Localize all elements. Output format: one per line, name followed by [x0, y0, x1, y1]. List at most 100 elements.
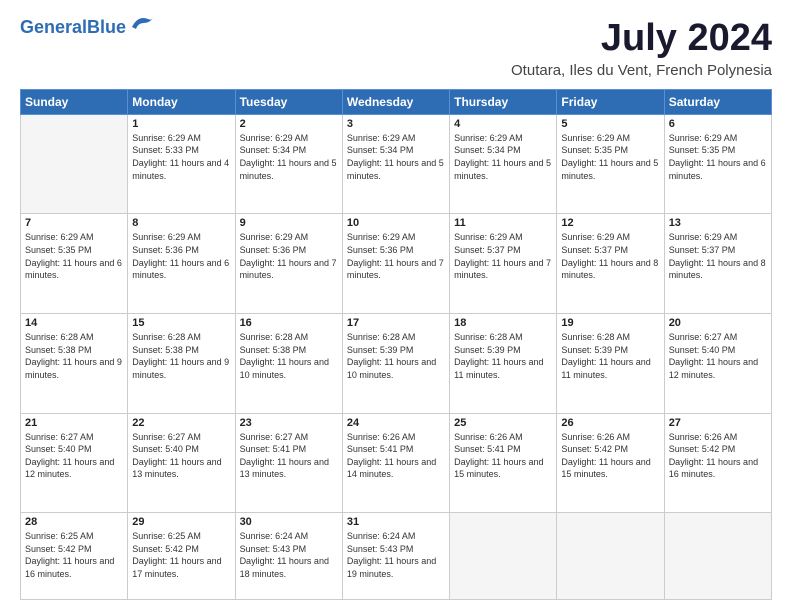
day-number: 7 [25, 217, 123, 229]
table-row [664, 513, 771, 600]
table-row: 24 Sunrise: 6:26 AMSunset: 5:41 PMDaylig… [342, 413, 449, 513]
day-number: 5 [561, 118, 659, 130]
header: GeneralBlue July 2024 Otutara, Iles du V… [20, 18, 772, 79]
day-info: Sunrise: 6:25 AMSunset: 5:42 PMDaylight:… [132, 531, 221, 579]
col-saturday: Saturday [664, 89, 771, 114]
day-number: 9 [240, 217, 338, 229]
logo: GeneralBlue [20, 18, 156, 38]
logo-bird-icon [128, 13, 156, 33]
day-info: Sunrise: 6:27 AMSunset: 5:41 PMDaylight:… [240, 432, 329, 480]
table-row: 8 Sunrise: 6:29 AMSunset: 5:36 PMDayligh… [128, 214, 235, 314]
day-info: Sunrise: 6:28 AMSunset: 5:39 PMDaylight:… [347, 332, 436, 380]
calendar-table: Sunday Monday Tuesday Wednesday Thursday… [20, 89, 772, 600]
day-info: Sunrise: 6:26 AMSunset: 5:42 PMDaylight:… [561, 432, 650, 480]
day-number: 12 [561, 217, 659, 229]
day-number: 21 [25, 417, 123, 429]
day-number: 15 [132, 317, 230, 329]
table-row: 31 Sunrise: 6:24 AMSunset: 5:43 PMDaylig… [342, 513, 449, 600]
table-row: 5 Sunrise: 6:29 AMSunset: 5:35 PMDayligh… [557, 114, 664, 214]
table-row: 7 Sunrise: 6:29 AMSunset: 5:35 PMDayligh… [21, 214, 128, 314]
day-info: Sunrise: 6:27 AMSunset: 5:40 PMDaylight:… [25, 432, 114, 480]
day-info: Sunrise: 6:29 AMSunset: 5:33 PMDaylight:… [132, 133, 229, 181]
logo-text: GeneralBlue [20, 18, 126, 38]
day-info: Sunrise: 6:28 AMSunset: 5:39 PMDaylight:… [561, 332, 650, 380]
main-title: July 2024 [511, 18, 772, 60]
day-info: Sunrise: 6:26 AMSunset: 5:41 PMDaylight:… [347, 432, 436, 480]
day-number: 17 [347, 317, 445, 329]
calendar-header-row: Sunday Monday Tuesday Wednesday Thursday… [21, 89, 772, 114]
day-number: 2 [240, 118, 338, 130]
day-number: 3 [347, 118, 445, 130]
table-row: 29 Sunrise: 6:25 AMSunset: 5:42 PMDaylig… [128, 513, 235, 600]
day-info: Sunrise: 6:29 AMSunset: 5:34 PMDaylight:… [240, 133, 337, 181]
day-number: 20 [669, 317, 767, 329]
table-row: 26 Sunrise: 6:26 AMSunset: 5:42 PMDaylig… [557, 413, 664, 513]
day-number: 6 [669, 118, 767, 130]
day-info: Sunrise: 6:28 AMSunset: 5:38 PMDaylight:… [132, 332, 229, 380]
day-number: 1 [132, 118, 230, 130]
table-row: 16 Sunrise: 6:28 AMSunset: 5:38 PMDaylig… [235, 314, 342, 414]
page: GeneralBlue July 2024 Otutara, Iles du V… [0, 0, 792, 612]
col-tuesday: Tuesday [235, 89, 342, 114]
day-number: 10 [347, 217, 445, 229]
day-info: Sunrise: 6:24 AMSunset: 5:43 PMDaylight:… [240, 531, 329, 579]
day-info: Sunrise: 6:29 AMSunset: 5:36 PMDaylight:… [347, 232, 444, 280]
day-info: Sunrise: 6:29 AMSunset: 5:35 PMDaylight:… [561, 133, 658, 181]
table-row: 18 Sunrise: 6:28 AMSunset: 5:39 PMDaylig… [450, 314, 557, 414]
day-info: Sunrise: 6:28 AMSunset: 5:39 PMDaylight:… [454, 332, 543, 380]
day-info: Sunrise: 6:29 AMSunset: 5:36 PMDaylight:… [132, 232, 229, 280]
day-info: Sunrise: 6:29 AMSunset: 5:37 PMDaylight:… [669, 232, 766, 280]
table-row [21, 114, 128, 214]
table-row: 19 Sunrise: 6:28 AMSunset: 5:39 PMDaylig… [557, 314, 664, 414]
table-row: 20 Sunrise: 6:27 AMSunset: 5:40 PMDaylig… [664, 314, 771, 414]
table-row: 17 Sunrise: 6:28 AMSunset: 5:39 PMDaylig… [342, 314, 449, 414]
day-info: Sunrise: 6:27 AMSunset: 5:40 PMDaylight:… [669, 332, 758, 380]
day-number: 19 [561, 317, 659, 329]
table-row: 3 Sunrise: 6:29 AMSunset: 5:34 PMDayligh… [342, 114, 449, 214]
day-number: 23 [240, 417, 338, 429]
day-number: 31 [347, 516, 445, 528]
day-info: Sunrise: 6:25 AMSunset: 5:42 PMDaylight:… [25, 531, 114, 579]
table-row: 15 Sunrise: 6:28 AMSunset: 5:38 PMDaylig… [128, 314, 235, 414]
day-number: 28 [25, 516, 123, 528]
title-block: July 2024 Otutara, Iles du Vent, French … [511, 18, 772, 79]
day-info: Sunrise: 6:29 AMSunset: 5:34 PMDaylight:… [454, 133, 551, 181]
day-number: 4 [454, 118, 552, 130]
day-info: Sunrise: 6:24 AMSunset: 5:43 PMDaylight:… [347, 531, 436, 579]
table-row: 27 Sunrise: 6:26 AMSunset: 5:42 PMDaylig… [664, 413, 771, 513]
table-row: 22 Sunrise: 6:27 AMSunset: 5:40 PMDaylig… [128, 413, 235, 513]
table-row: 14 Sunrise: 6:28 AMSunset: 5:38 PMDaylig… [21, 314, 128, 414]
day-info: Sunrise: 6:28 AMSunset: 5:38 PMDaylight:… [25, 332, 122, 380]
day-info: Sunrise: 6:29 AMSunset: 5:37 PMDaylight:… [561, 232, 658, 280]
day-number: 22 [132, 417, 230, 429]
day-number: 13 [669, 217, 767, 229]
table-row: 21 Sunrise: 6:27 AMSunset: 5:40 PMDaylig… [21, 413, 128, 513]
table-row: 12 Sunrise: 6:29 AMSunset: 5:37 PMDaylig… [557, 214, 664, 314]
table-row: 25 Sunrise: 6:26 AMSunset: 5:41 PMDaylig… [450, 413, 557, 513]
day-info: Sunrise: 6:29 AMSunset: 5:37 PMDaylight:… [454, 232, 551, 280]
day-number: 14 [25, 317, 123, 329]
table-row: 9 Sunrise: 6:29 AMSunset: 5:36 PMDayligh… [235, 214, 342, 314]
day-number: 30 [240, 516, 338, 528]
table-row: 2 Sunrise: 6:29 AMSunset: 5:34 PMDayligh… [235, 114, 342, 214]
day-number: 18 [454, 317, 552, 329]
table-row: 28 Sunrise: 6:25 AMSunset: 5:42 PMDaylig… [21, 513, 128, 600]
col-sunday: Sunday [21, 89, 128, 114]
day-info: Sunrise: 6:28 AMSunset: 5:38 PMDaylight:… [240, 332, 329, 380]
col-thursday: Thursday [450, 89, 557, 114]
day-number: 26 [561, 417, 659, 429]
table-row: 4 Sunrise: 6:29 AMSunset: 5:34 PMDayligh… [450, 114, 557, 214]
table-row: 30 Sunrise: 6:24 AMSunset: 5:43 PMDaylig… [235, 513, 342, 600]
table-row: 11 Sunrise: 6:29 AMSunset: 5:37 PMDaylig… [450, 214, 557, 314]
col-monday: Monday [128, 89, 235, 114]
subtitle: Otutara, Iles du Vent, French Polynesia [511, 62, 772, 79]
table-row [557, 513, 664, 600]
day-info: Sunrise: 6:27 AMSunset: 5:40 PMDaylight:… [132, 432, 221, 480]
table-row: 6 Sunrise: 6:29 AMSunset: 5:35 PMDayligh… [664, 114, 771, 214]
day-number: 16 [240, 317, 338, 329]
day-info: Sunrise: 6:26 AMSunset: 5:41 PMDaylight:… [454, 432, 543, 480]
day-info: Sunrise: 6:26 AMSunset: 5:42 PMDaylight:… [669, 432, 758, 480]
col-wednesday: Wednesday [342, 89, 449, 114]
day-info: Sunrise: 6:29 AMSunset: 5:34 PMDaylight:… [347, 133, 444, 181]
day-number: 25 [454, 417, 552, 429]
